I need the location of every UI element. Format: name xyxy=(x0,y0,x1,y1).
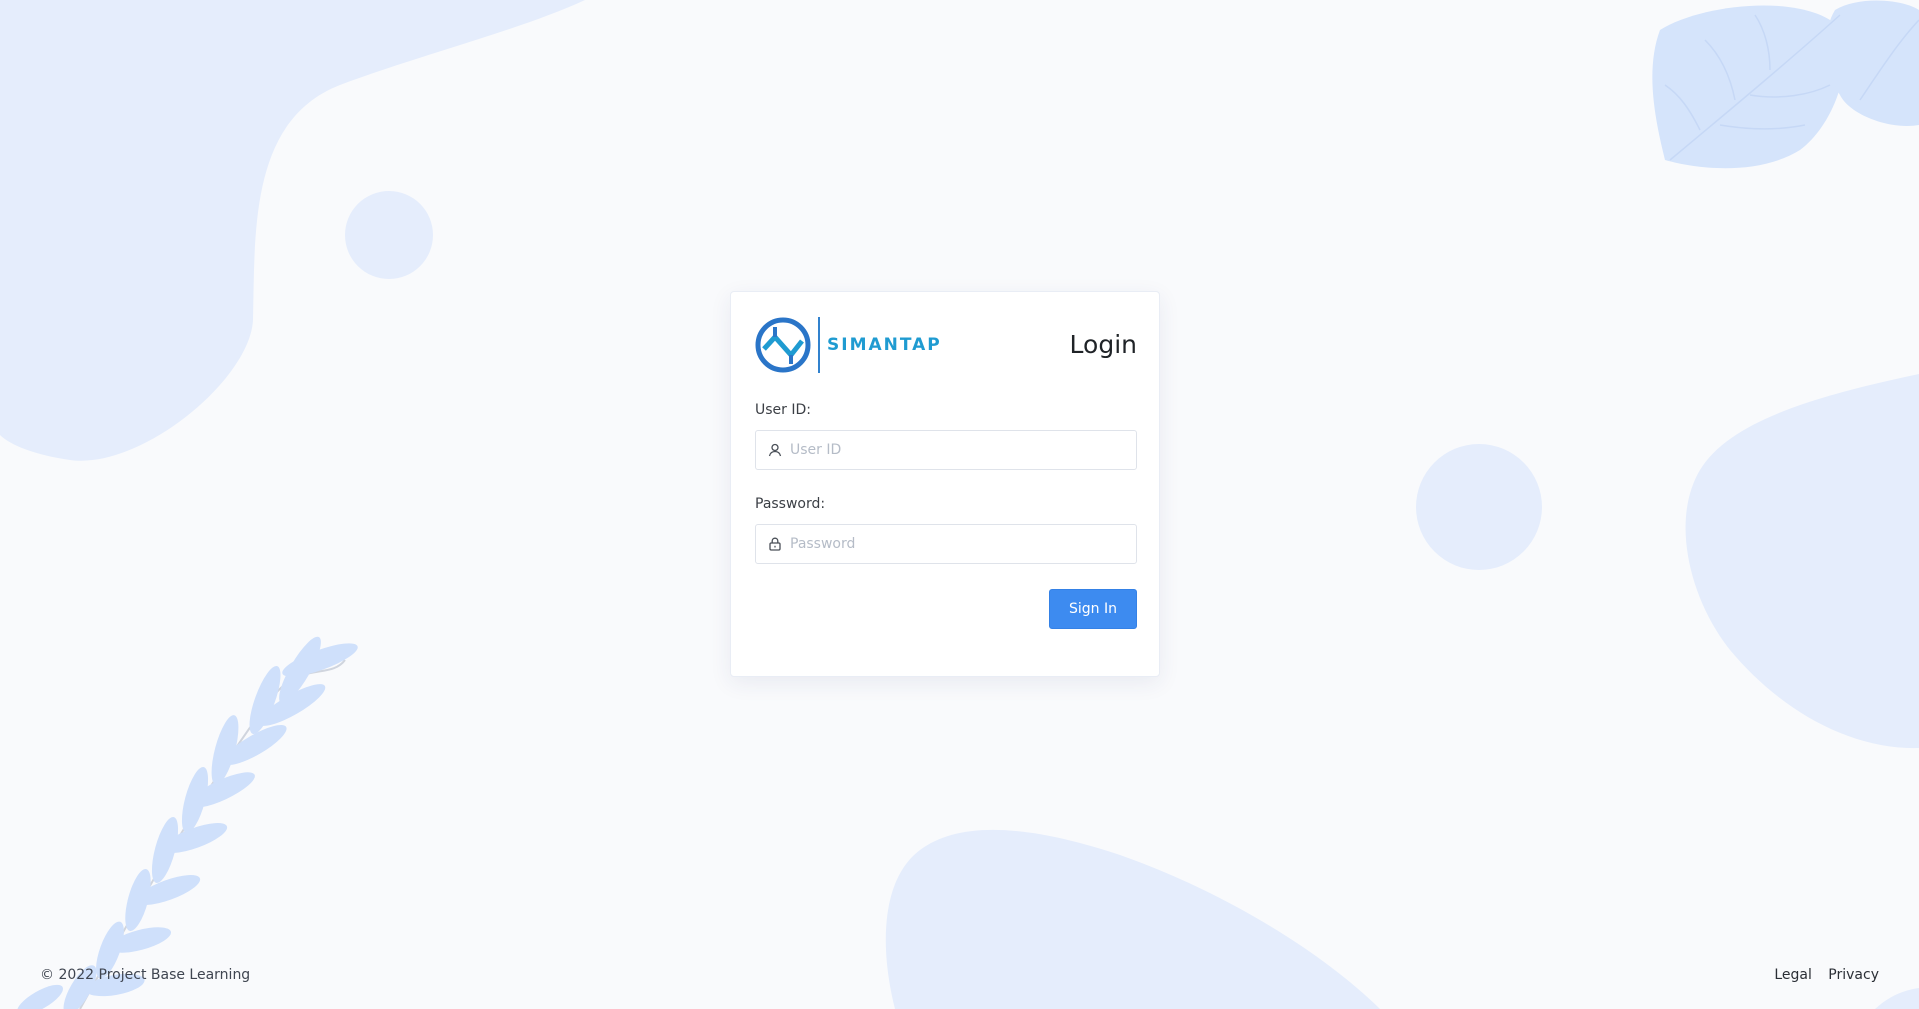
bg-blob-bottom xyxy=(885,829,1380,1009)
simantap-logo-mark-icon xyxy=(755,317,811,373)
login-title: Login xyxy=(1069,330,1137,359)
sign-in-button[interactable]: Sign In xyxy=(1049,589,1137,629)
user-id-field[interactable] xyxy=(755,430,1137,470)
copyright-text: © 2022 Project Base Learning xyxy=(40,967,251,983)
lock-icon xyxy=(769,537,781,551)
user-icon xyxy=(768,443,782,457)
user-id-label: User ID: xyxy=(755,402,811,418)
bg-blob-right xyxy=(1685,374,1919,749)
simantap-logo: SIMANTAP xyxy=(755,314,945,374)
privacy-link[interactable]: Privacy xyxy=(1828,967,1879,983)
footer-links: Legal Privacy xyxy=(1762,967,1879,983)
bg-circle-right xyxy=(1416,444,1542,570)
bg-corner-bottom-right xyxy=(1875,988,1919,1009)
user-id-input[interactable] xyxy=(790,431,1130,469)
logo-divider xyxy=(818,317,820,373)
logo-text: SIMANTAP xyxy=(827,335,942,355)
bg-blob-top-left xyxy=(0,0,585,461)
bg-leaves-top-right xyxy=(1652,0,1919,169)
password-field[interactable] xyxy=(755,524,1137,564)
bg-branch-bottom-left xyxy=(17,636,358,1009)
password-label: Password: xyxy=(755,496,826,512)
login-card: SIMANTAP Login User ID: Password: Sign I… xyxy=(730,291,1160,677)
bg-circle-left xyxy=(345,191,433,279)
password-input[interactable] xyxy=(790,525,1130,563)
legal-link[interactable]: Legal xyxy=(1774,967,1812,983)
login-page: SIMANTAP Login User ID: Password: Sign I… xyxy=(0,0,1919,1009)
card-header: SIMANTAP Login xyxy=(755,314,1137,374)
